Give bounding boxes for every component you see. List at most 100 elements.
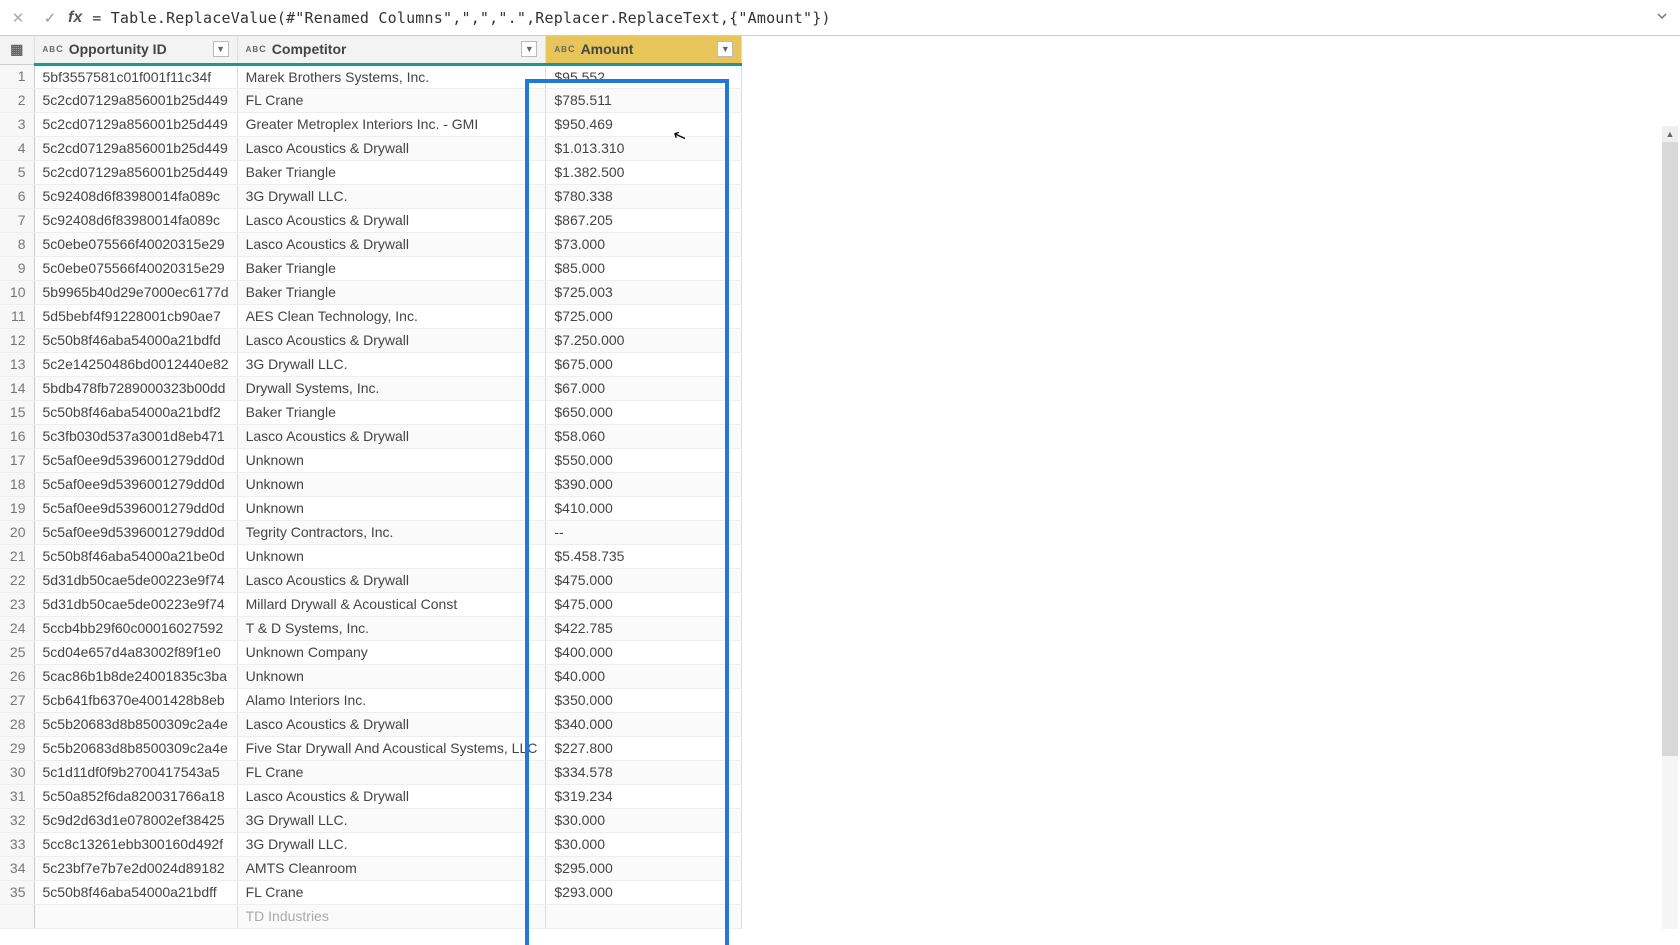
scroll-thumb[interactable] bbox=[1662, 142, 1678, 756]
formula-bar[interactable]: ✕ ✓ fx = Table.ReplaceValue(#"Renamed Co… bbox=[0, 0, 1680, 36]
cell-opportunity-id[interactable]: 5cc8c13261ebb300160d492f bbox=[34, 832, 237, 856]
cell-competitor[interactable]: Unknown bbox=[237, 472, 546, 496]
scroll-track[interactable] bbox=[1662, 142, 1678, 929]
table-row[interactable]: 3 5c2cd07129a856001b25d449 Greater Metro… bbox=[0, 112, 742, 136]
cell-opportunity-id[interactable]: 5c2e14250486bd0012440e82 bbox=[34, 352, 237, 376]
cell-competitor[interactable]: Unknown bbox=[237, 448, 546, 472]
cell-amount[interactable]: $950.469 bbox=[546, 112, 742, 136]
cell-opportunity-id[interactable]: 5c0ebe075566f40020315e29 bbox=[34, 256, 237, 280]
cell-opportunity-id[interactable]: 5c5af0ee9d5396001279dd0d bbox=[34, 472, 237, 496]
table-corner[interactable]: ▦ bbox=[0, 36, 34, 64]
cell-amount[interactable]: $340.000 bbox=[546, 712, 742, 736]
cell-competitor[interactable]: TD Industries bbox=[237, 904, 546, 928]
cell-opportunity-id[interactable]: 5cac86b1b8de24001835c3ba bbox=[34, 664, 237, 688]
cell-competitor[interactable]: FL Crane bbox=[237, 88, 546, 112]
cell-opportunity-id[interactable]: 5d5bebf4f91228001cb90ae7 bbox=[34, 304, 237, 328]
table-row[interactable]: 21 5c50b8f46aba54000a21be0d Unknown $5.4… bbox=[0, 544, 742, 568]
column-header-competitor[interactable]: ABC Competitor ▼ bbox=[237, 36, 546, 64]
cell-amount[interactable]: $227.800 bbox=[546, 736, 742, 760]
cell-opportunity-id[interactable]: 5c5af0ee9d5396001279dd0d bbox=[34, 520, 237, 544]
formula-commit-icon[interactable]: ✓ bbox=[36, 4, 64, 32]
cell-amount[interactable]: $475.000 bbox=[546, 568, 742, 592]
cell-competitor[interactable]: Lasco Acoustics & Drywall bbox=[237, 136, 546, 160]
cell-amount[interactable]: $30.000 bbox=[546, 808, 742, 832]
table-row[interactable]: 33 5cc8c13261ebb300160d492f 3G Drywall L… bbox=[0, 832, 742, 856]
cell-opportunity-id[interactable]: 5c50b8f46aba54000a21bdff bbox=[34, 880, 237, 904]
cell-competitor[interactable]: Lasco Acoustics & Drywall bbox=[237, 784, 546, 808]
cell-competitor[interactable]: FL Crane bbox=[237, 760, 546, 784]
table-row[interactable]: 6 5c92408d6f83980014fa089c 3G Drywall LL… bbox=[0, 184, 742, 208]
cell-competitor[interactable]: Drywall Systems, Inc. bbox=[237, 376, 546, 400]
cell-amount[interactable]: $334.578 bbox=[546, 760, 742, 784]
cell-competitor[interactable]: Lasco Acoustics & Drywall bbox=[237, 712, 546, 736]
cell-amount[interactable]: $7.250.000 bbox=[546, 328, 742, 352]
cell-opportunity-id[interactable]: 5ccb4bb29f60c00016027592 bbox=[34, 616, 237, 640]
table-row[interactable]: 28 5c5b20683d8b8500309c2a4e Lasco Acoust… bbox=[0, 712, 742, 736]
cell-competitor[interactable]: 3G Drywall LLC. bbox=[237, 808, 546, 832]
cell-opportunity-id[interactable]: 5c5b20683d8b8500309c2a4e bbox=[34, 736, 237, 760]
table-row[interactable]: 4 5c2cd07129a856001b25d449 Lasco Acousti… bbox=[0, 136, 742, 160]
table-row[interactable]: 20 5c5af0ee9d5396001279dd0d Tegrity Cont… bbox=[0, 520, 742, 544]
filter-chevron-icon[interactable]: ▼ bbox=[521, 41, 537, 57]
cell-competitor[interactable]: Alamo Interiors Inc. bbox=[237, 688, 546, 712]
formula-cancel-icon[interactable]: ✕ bbox=[4, 4, 32, 32]
cell-amount[interactable]: $58.060 bbox=[546, 424, 742, 448]
cell-opportunity-id[interactable]: 5c5af0ee9d5396001279dd0d bbox=[34, 448, 237, 472]
cell-competitor[interactable]: Baker Triangle bbox=[237, 400, 546, 424]
cell-amount[interactable]: $1.013.310 bbox=[546, 136, 742, 160]
cell-competitor[interactable]: 3G Drywall LLC. bbox=[237, 832, 546, 856]
table-row[interactable]: 25 5cd04e657d4a83002f89f1e0 Unknown Comp… bbox=[0, 640, 742, 664]
formula-text[interactable]: = Table.ReplaceValue(#"Renamed Columns",… bbox=[92, 9, 1648, 27]
cell-competitor[interactable]: 3G Drywall LLC. bbox=[237, 352, 546, 376]
table-row[interactable]: TD Industries bbox=[0, 904, 742, 928]
cell-opportunity-id[interactable]: 5c5b20683d8b8500309c2a4e bbox=[34, 712, 237, 736]
cell-amount[interactable] bbox=[546, 904, 742, 928]
cell-opportunity-id[interactable]: 5c23bf7e7b7e2d0024d89182 bbox=[34, 856, 237, 880]
table-row[interactable]: 17 5c5af0ee9d5396001279dd0d Unknown $550… bbox=[0, 448, 742, 472]
cell-competitor[interactable]: Unknown bbox=[237, 496, 546, 520]
table-row[interactable]: 5 5c2cd07129a856001b25d449 Baker Triangl… bbox=[0, 160, 742, 184]
table-row[interactable]: 30 5c1d11df0f9b2700417543a5 FL Crane $33… bbox=[0, 760, 742, 784]
cell-opportunity-id[interactable]: 5c1d11df0f9b2700417543a5 bbox=[34, 760, 237, 784]
cell-amount[interactable]: $73.000 bbox=[546, 232, 742, 256]
cell-amount[interactable]: $350.000 bbox=[546, 688, 742, 712]
table-row[interactable]: 14 5bdb478fb7289000323b00dd Drywall Syst… bbox=[0, 376, 742, 400]
cell-amount[interactable]: $85.000 bbox=[546, 256, 742, 280]
cell-opportunity-id[interactable]: 5c2cd07129a856001b25d449 bbox=[34, 88, 237, 112]
cell-opportunity-id[interactable]: 5c92408d6f83980014fa089c bbox=[34, 208, 237, 232]
cell-opportunity-id[interactable]: 5cd04e657d4a83002f89f1e0 bbox=[34, 640, 237, 664]
cell-competitor[interactable]: Lasco Acoustics & Drywall bbox=[237, 208, 546, 232]
table-row[interactable]: 26 5cac86b1b8de24001835c3ba Unknown $40.… bbox=[0, 664, 742, 688]
cell-opportunity-id[interactable]: 5c50a852f6da820031766a18 bbox=[34, 784, 237, 808]
cell-amount[interactable]: $422.785 bbox=[546, 616, 742, 640]
cell-competitor[interactable]: Unknown Company bbox=[237, 640, 546, 664]
cell-opportunity-id[interactable]: 5cb641fb6370e4001428b8eb bbox=[34, 688, 237, 712]
cell-amount[interactable]: $550.000 bbox=[546, 448, 742, 472]
cell-opportunity-id[interactable]: 5bdb478fb7289000323b00dd bbox=[34, 376, 237, 400]
cell-competitor[interactable]: Unknown bbox=[237, 544, 546, 568]
cell-opportunity-id[interactable]: 5c2cd07129a856001b25d449 bbox=[34, 112, 237, 136]
cell-competitor[interactable]: AES Clean Technology, Inc. bbox=[237, 304, 546, 328]
cell-opportunity-id[interactable]: 5b9965b40d29e7000ec6177d bbox=[34, 280, 237, 304]
cell-opportunity-id[interactable]: 5c9d2d63d1e078002ef38425 bbox=[34, 808, 237, 832]
cell-competitor[interactable]: Unknown bbox=[237, 664, 546, 688]
cell-amount[interactable]: $40.000 bbox=[546, 664, 742, 688]
cell-amount[interactable]: $785.511 bbox=[546, 88, 742, 112]
cell-amount[interactable]: $295.000 bbox=[546, 856, 742, 880]
cell-competitor[interactable]: FL Crane bbox=[237, 880, 546, 904]
cell-opportunity-id[interactable] bbox=[34, 904, 237, 928]
cell-competitor[interactable]: Five Star Drywall And Acoustical Systems… bbox=[237, 736, 546, 760]
table-row[interactable]: 32 5c9d2d63d1e078002ef38425 3G Drywall L… bbox=[0, 808, 742, 832]
cell-amount[interactable]: $475.000 bbox=[546, 592, 742, 616]
cell-opportunity-id[interactable]: 5c0ebe075566f40020315e29 bbox=[34, 232, 237, 256]
cell-competitor[interactable]: Lasco Acoustics & Drywall bbox=[237, 328, 546, 352]
cell-competitor[interactable]: Lasco Acoustics & Drywall bbox=[237, 232, 546, 256]
cell-opportunity-id[interactable]: 5d31db50cae5de00223e9f74 bbox=[34, 568, 237, 592]
cell-amount[interactable]: -- bbox=[546, 520, 742, 544]
table-row[interactable]: 10 5b9965b40d29e7000ec6177d Baker Triang… bbox=[0, 280, 742, 304]
cell-competitor[interactable]: Lasco Acoustics & Drywall bbox=[237, 424, 546, 448]
table-row[interactable]: 23 5d31db50cae5de00223e9f74 Millard Dryw… bbox=[0, 592, 742, 616]
table-row[interactable]: 13 5c2e14250486bd0012440e82 3G Drywall L… bbox=[0, 352, 742, 376]
cell-amount[interactable]: $650.000 bbox=[546, 400, 742, 424]
cell-competitor[interactable]: Millard Drywall & Acoustical Const bbox=[237, 592, 546, 616]
